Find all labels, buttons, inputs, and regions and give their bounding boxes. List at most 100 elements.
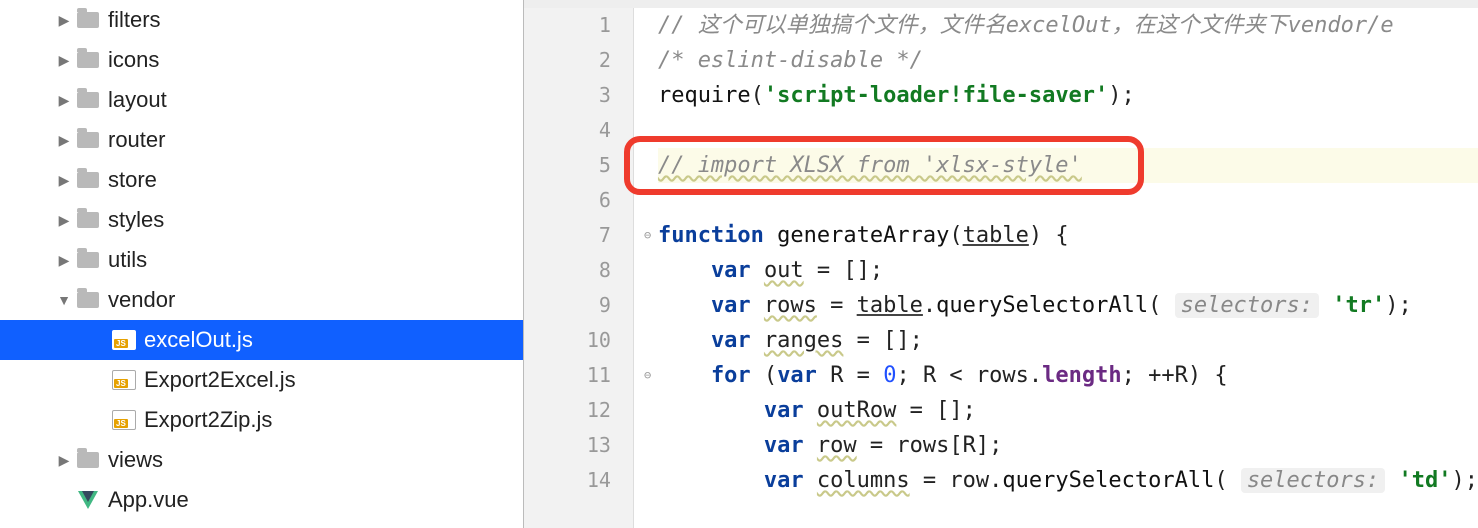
tree-item-label: Export2Excel.js: [144, 360, 308, 400]
folder-icon: [74, 92, 102, 108]
tree-item-label: excelOut.js: [144, 320, 265, 360]
tree-folder[interactable]: ▶utils: [0, 240, 523, 280]
tree-item-label: vendor: [108, 280, 187, 320]
tree-folder[interactable]: ▶views: [0, 440, 523, 480]
expand-arrow-icon[interactable]: ▶: [54, 240, 74, 280]
code-line-current: // import XLSX from 'xlsx-style': [658, 148, 1478, 183]
comment-text: /* eslint-disable */: [658, 48, 923, 73]
folder-icon: [74, 292, 102, 308]
tree-item-label: filters: [108, 0, 173, 40]
tree-file[interactable]: Export2Zip.js: [0, 400, 523, 440]
line-number: 8: [524, 253, 633, 288]
identifier: R: [1175, 363, 1188, 388]
expand-arrow-icon[interactable]: ▶: [54, 120, 74, 160]
tree-item-label: layout: [108, 80, 179, 120]
code-line: var out = [];: [658, 253, 1478, 288]
keyword: for: [711, 363, 751, 388]
punct: );: [1108, 83, 1135, 108]
identifier: row: [817, 433, 857, 458]
property: length: [1042, 363, 1121, 388]
tree-file[interactable]: App.vue: [0, 480, 523, 520]
tree-folder[interactable]: ▶ filters: [0, 0, 523, 40]
tree-item-label: App.vue: [108, 480, 201, 520]
identifier: rows: [896, 433, 949, 458]
code-line: var ranges = [];: [658, 323, 1478, 358]
identifier: row: [949, 468, 989, 493]
tree-item-label: main.js: [108, 520, 190, 528]
expand-arrow-icon[interactable]: ▶: [54, 160, 74, 200]
line-number: 7: [524, 218, 633, 253]
line-number: 5: [524, 148, 633, 183]
string-literal: 'tr': [1332, 293, 1385, 318]
code-line: var row = rows[R];: [658, 428, 1478, 463]
expand-arrow-icon[interactable]: ▶: [54, 40, 74, 80]
tree-file[interactable]: excelOut.js: [0, 320, 523, 360]
line-number: 11: [524, 358, 633, 393]
method-name: querySelectorAll: [936, 293, 1148, 318]
tree-folder[interactable]: ▶ router: [0, 120, 523, 160]
code-line: // 这个可以单独搞个文件，文件名excelOut，在这个文件夹下vendor/…: [658, 8, 1478, 43]
expand-arrow-icon[interactable]: ▼: [54, 280, 74, 320]
inlay-hint: selectors:: [1175, 293, 1319, 318]
code-area[interactable]: // 这个可以单独搞个文件，文件名excelOut，在这个文件夹下vendor/…: [634, 8, 1478, 528]
identifier: R: [923, 363, 936, 388]
code-editor[interactable]: 1234567891011121314 // 这个可以单独搞个文件，文件名exc…: [524, 0, 1478, 528]
fold-gutter-icon[interactable]: ⊖: [644, 218, 651, 253]
code-line: var rows = table.querySelectorAll( selec…: [658, 288, 1478, 323]
line-number: 2: [524, 43, 633, 78]
folder-icon: [74, 212, 102, 228]
tree-folder[interactable]: ▶ layout: [0, 80, 523, 120]
line-number: 10: [524, 323, 633, 358]
js-file-icon: [110, 370, 138, 390]
identifier: outRow: [817, 398, 896, 423]
comment-text: // import XLSX from 'xlsx-style': [658, 153, 1082, 178]
code-line: [658, 183, 1478, 218]
code-line: [658, 113, 1478, 148]
vue-file-icon: [74, 491, 102, 509]
param: table: [963, 223, 1029, 248]
ide-root: ▶filters▶icons▶layout▶router▶store▶style…: [0, 0, 1478, 528]
line-number: 9: [524, 288, 633, 323]
function-name: generateArray: [777, 223, 949, 248]
identifier: rows: [976, 363, 1029, 388]
project-file-tree[interactable]: ▶filters▶icons▶layout▶router▶store▶style…: [0, 0, 524, 528]
tree-folder[interactable]: ▶store: [0, 160, 523, 200]
code-line: var columns = row.querySelectorAll( sele…: [658, 463, 1478, 498]
tree-file[interactable]: main.js: [0, 520, 523, 528]
keyword: var: [777, 363, 817, 388]
code-line: var outRow = [];: [658, 393, 1478, 428]
js-file-icon: [110, 330, 138, 350]
number: 0: [883, 363, 896, 388]
line-number: 12: [524, 393, 633, 428]
tree-folder[interactable]: ▶ styles: [0, 200, 523, 240]
identifier: ranges: [764, 328, 843, 353]
expand-arrow-icon[interactable]: ▶: [54, 200, 74, 240]
expand-arrow-icon[interactable]: ▶: [54, 80, 74, 120]
tree-item-label: icons: [108, 40, 171, 80]
string-literal: 'td': [1399, 468, 1452, 493]
code-line: require('script-loader!file-saver');: [658, 78, 1478, 113]
tree-folder[interactable]: ▶ icons: [0, 40, 523, 80]
comment-text: // 这个可以单独搞个文件，文件名excelOut，在这个文件夹下vendor/…: [658, 13, 1394, 38]
line-number: 4: [524, 113, 633, 148]
folder-icon: [74, 252, 102, 268]
tree-file[interactable]: Export2Excel.js: [0, 360, 523, 400]
expand-arrow-icon[interactable]: ▶: [54, 0, 74, 40]
folder-icon: [74, 132, 102, 148]
tree-item-label: router: [108, 120, 177, 160]
fold-gutter-icon[interactable]: ⊖: [644, 358, 651, 393]
line-number: 13: [524, 428, 633, 463]
keyword: function: [658, 223, 764, 248]
tree-item-label: Export2Zip.js: [144, 400, 284, 440]
identifier: out: [764, 258, 804, 283]
method-name: querySelectorAll: [1002, 468, 1214, 493]
keyword: var: [764, 398, 804, 423]
tree-item-label: styles: [108, 200, 176, 240]
punct: (: [751, 83, 764, 108]
keyword: var: [711, 293, 751, 318]
folder-icon: [74, 52, 102, 68]
identifier: table: [857, 293, 923, 318]
expand-arrow-icon[interactable]: ▶: [54, 440, 74, 480]
keyword: var: [764, 433, 804, 458]
tree-folder[interactable]: ▼ vendor: [0, 280, 523, 320]
